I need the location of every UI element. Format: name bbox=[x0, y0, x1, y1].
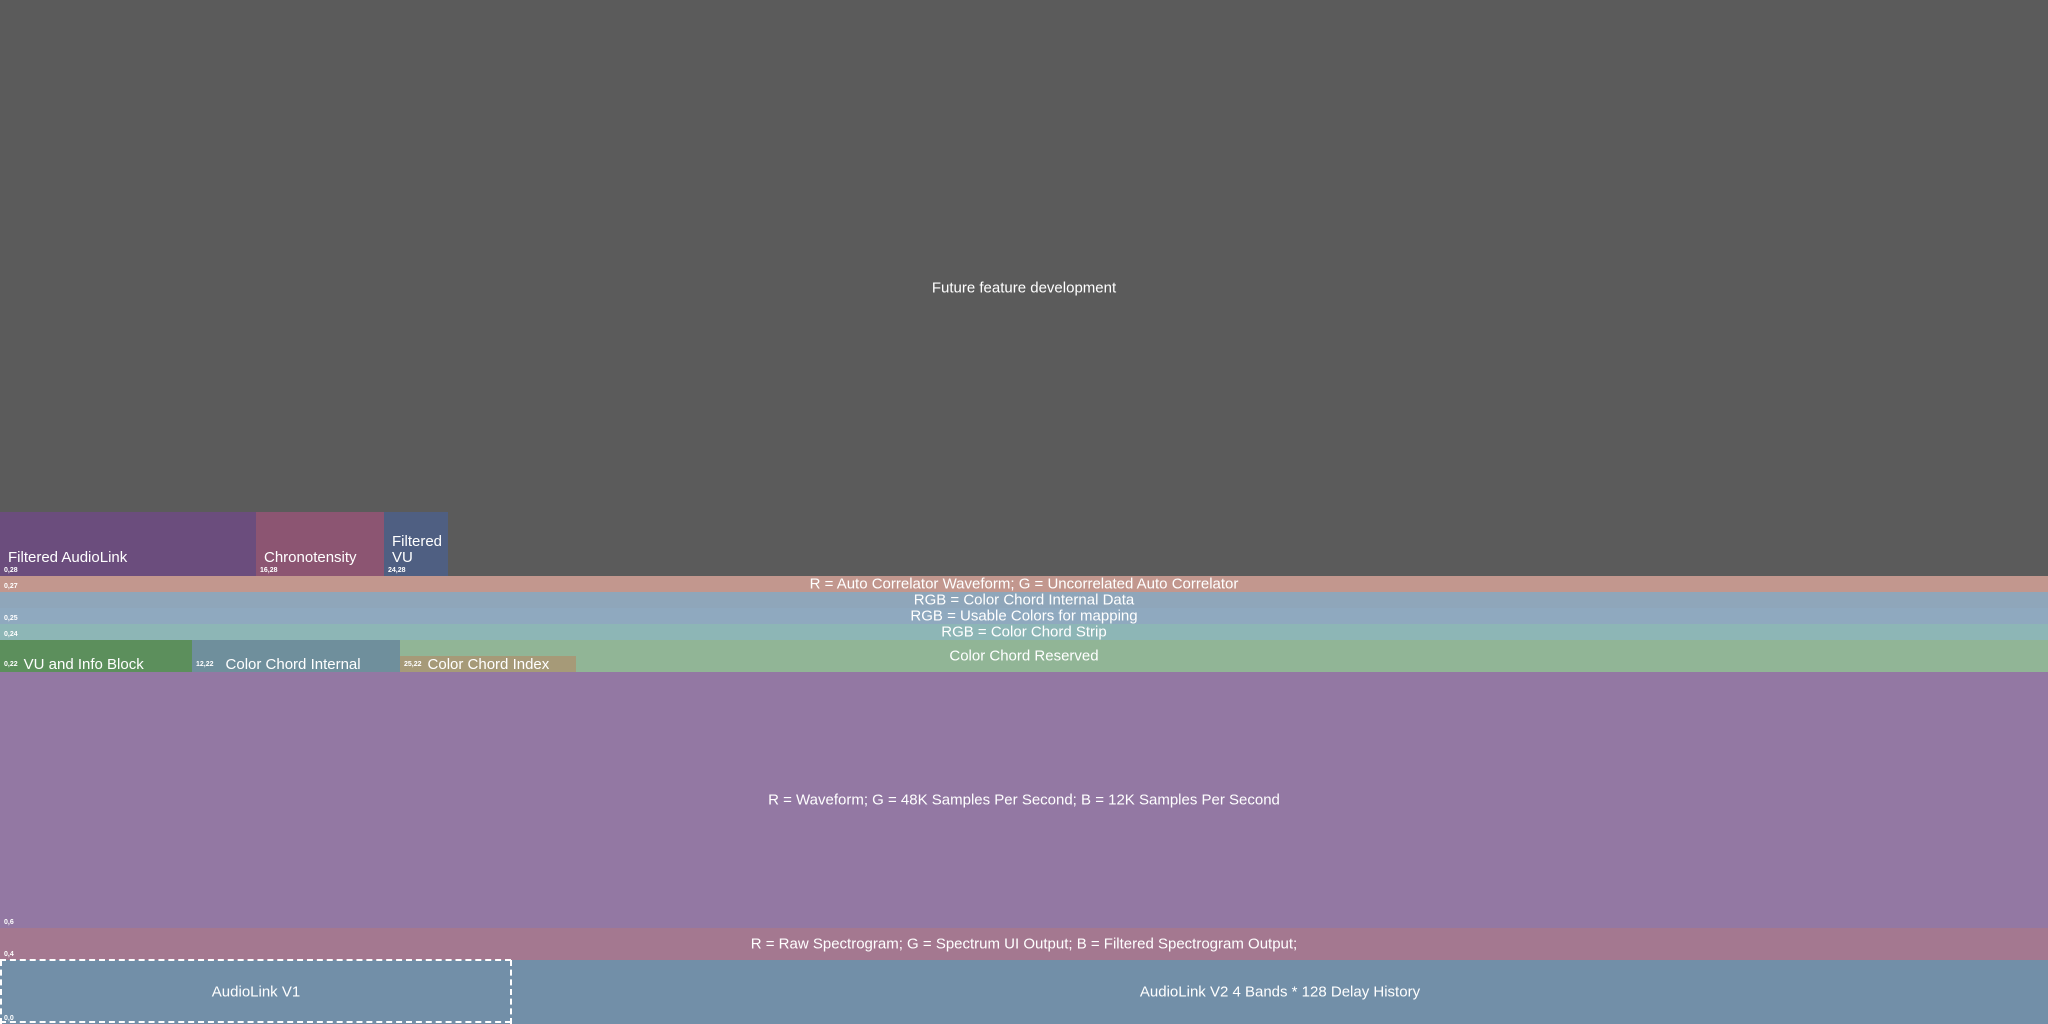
future-feature-region: Future feature development bbox=[0, 0, 2048, 576]
usable-colors-label: RGB = Usable Colors for mapping bbox=[910, 607, 1138, 625]
waveform-label: R = Waveform; G = 48K Samples Per Second… bbox=[768, 791, 1280, 809]
filtered-vu-block: Filtered VU 24,28 bbox=[384, 512, 448, 576]
cc-internal-label: Color Chord Internal bbox=[225, 655, 361, 673]
audiolink-v1-label: AudioLink V1 bbox=[211, 983, 301, 1001]
cc-internal-block: 12,22 Color Chord Internal bbox=[192, 640, 400, 673]
future-feature-label: Future feature development bbox=[931, 279, 1117, 297]
chronotensity-label: Chronotensity bbox=[264, 549, 357, 566]
cc-strip-row: RGB = Color Chord Strip 0,24 bbox=[0, 623, 2048, 641]
cc-strip-label: RGB = Color Chord Strip bbox=[941, 623, 1107, 641]
vu-info-coord: 0,22 bbox=[4, 660, 18, 668]
vu-info-row: 0,22 VU and Info Block bbox=[0, 655, 192, 673]
cc-internal-data-label: RGB = Color Chord Internal Data bbox=[913, 591, 1135, 609]
audiolink-v1-bottom-border bbox=[0, 1021, 511, 1023]
filtered-vu-label-line1: Filtered bbox=[392, 533, 443, 550]
filtered-audiolink-coord: 0,28 bbox=[4, 567, 18, 574]
vu-info-label: VU and Info Block bbox=[23, 655, 144, 673]
usable-colors-coord: 0,25 bbox=[4, 615, 18, 622]
chronotensity-block: Chronotensity 16,28 bbox=[256, 512, 384, 576]
filtered-audiolink-block: Filtered AudioLink 0,28 bbox=[0, 512, 256, 576]
audiolink-v2-label: AudioLink V2 4 Bands * 128 Delay History bbox=[1139, 983, 1421, 1001]
cc-index-row: 25,22 Color Chord Index bbox=[400, 655, 576, 673]
cc-internal-row: 12,22 Color Chord Internal bbox=[192, 655, 400, 673]
filtered-audiolink-label: Filtered AudioLink bbox=[8, 549, 128, 566]
chronotensity-coord: 16,28 bbox=[260, 567, 278, 574]
autocorrelator-label: R = Auto Correlator Waveform; G = Uncorr… bbox=[809, 575, 1239, 593]
usable-colors-row: RGB = Usable Colors for mapping 0,25 bbox=[0, 607, 2048, 625]
autocorrelator-row: R = Auto Correlator Waveform; G = Uncorr… bbox=[0, 575, 2048, 593]
waveform-coord: 0,6 bbox=[4, 919, 14, 926]
cc-index-block: 25,22 Color Chord Index bbox=[400, 655, 576, 673]
autocorrelator-coord: 0,27 bbox=[4, 583, 18, 590]
audiolink-v1-left-border bbox=[0, 960, 2, 1024]
spectrogram-coord: 0,4 bbox=[4, 951, 14, 958]
waveform-region: R = Waveform; G = 48K Samples Per Second… bbox=[0, 672, 2048, 928]
audiolink-v1-right-border bbox=[510, 960, 512, 1024]
audiolink-v1-top-border bbox=[0, 959, 511, 961]
spectrogram-row: R = Raw Spectrogram; G = Spectrum UI Out… bbox=[0, 928, 2048, 960]
audiolink-v1-block: AudioLink V1 0,0 bbox=[0, 960, 512, 1024]
audiolink-v2-block: AudioLink V2 4 Bands * 128 Delay History bbox=[512, 960, 2048, 1024]
filtered-vu-coord: 24,28 bbox=[388, 567, 406, 574]
cc-index-label: Color Chord Index bbox=[427, 655, 550, 673]
filtered-vu-label-line2: VU bbox=[392, 549, 413, 566]
vu-info-block: 0,22 VU and Info Block bbox=[0, 640, 192, 673]
cc-strip-coord: 0,24 bbox=[4, 631, 18, 638]
spectrogram-label: R = Raw Spectrogram; G = Spectrum UI Out… bbox=[750, 935, 1298, 953]
cc-internal-data-row: RGB = Color Chord Internal Data bbox=[0, 591, 2048, 609]
cc-index-coord: 25,22 bbox=[404, 660, 422, 668]
cc-internal-coord: 12,22 bbox=[196, 660, 214, 668]
filtered-vu-label: Filtered VU bbox=[392, 534, 442, 566]
